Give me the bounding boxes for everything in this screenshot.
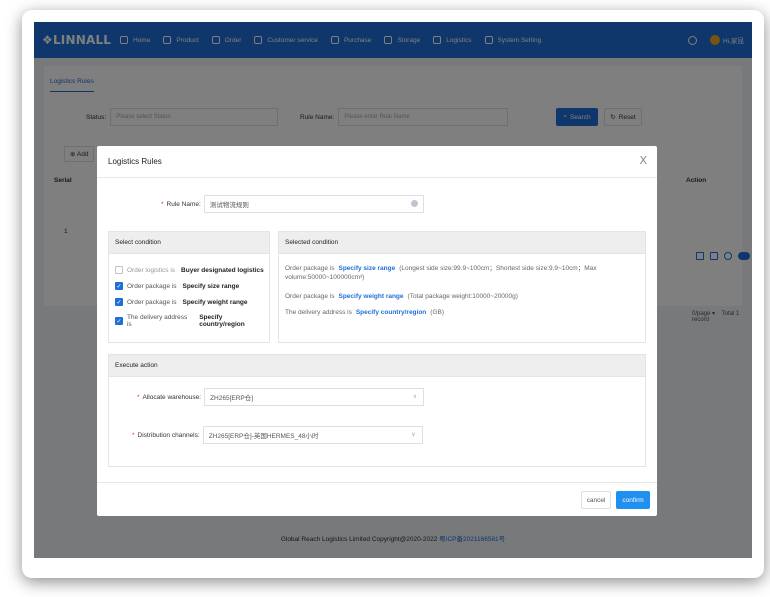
selected-weight-range: Order package is Specify weight range (Tot… (285, 292, 640, 301)
chevron-down-icon: ∨ (412, 394, 418, 400)
condition-country-region[interactable]: ✓ The delivery address is Specify countr… (115, 314, 269, 328)
selected-prefix: Order package is (285, 265, 335, 272)
checkbox-checked[interactable]: ✓ (115, 282, 123, 290)
condition-buyer-logistics[interactable]: Order logistics is Buyer designated logi… (115, 266, 264, 274)
selected-country-region: The delivery address is Specify country/r… (285, 308, 640, 317)
rule-name-value: 测试物流规则 (209, 202, 249, 209)
footer-divider (97, 482, 657, 483)
execute-action-title: Execute action (109, 355, 645, 377)
weight-range-link[interactable]: Specify weight range (339, 293, 404, 300)
select-condition-panel: Select condition Order logistics is Buye… (108, 231, 270, 343)
checkbox-checked[interactable]: ✓ (115, 298, 123, 306)
condition-prefix: Order package is (127, 282, 177, 290)
warehouse-row: * Allocate warehouse: ZH265[ERP仓] ∨ (137, 388, 425, 406)
channel-select[interactable]: ZH265[ERP仓]-英国HERMES_48小时 ∨ (202, 426, 423, 444)
rule-name-label: Rule Name: (166, 200, 201, 208)
condition-value: Specify size range (182, 282, 240, 290)
clear-icon[interactable] (410, 200, 418, 207)
selected-prefix: Order package is (285, 293, 335, 300)
cancel-button[interactable]: cancel (581, 491, 611, 509)
checkbox[interactable] (115, 266, 123, 274)
condition-value: Specify weight range (182, 298, 248, 306)
warehouse-select[interactable]: ZH265[ERP仓] ∨ (204, 388, 425, 406)
condition-value: Buyer designated logistics (181, 266, 264, 274)
channel-row: * Distribution channels: ZH265[ERP仓]-英国H… (132, 426, 423, 444)
checkbox-checked[interactable]: ✓ (115, 317, 123, 325)
execute-action-panel: Execute action (108, 354, 646, 467)
condition-prefix: Order logistics is (127, 266, 176, 274)
rule-name-row: * Rule Name: 测试物流规则 (161, 195, 424, 213)
condition-value: Specify country/region (199, 314, 245, 328)
condition-prefix: The delivery address is (126, 314, 188, 328)
selected-condition-title: Selected condition (279, 232, 645, 254)
size-range-link[interactable]: Specify size range (339, 265, 396, 272)
required-mark: * (132, 431, 135, 439)
selected-size-range: Order package is Specify size range (Longe… (285, 264, 640, 282)
dialog-divider (97, 177, 657, 178)
required-mark: * (161, 200, 164, 208)
selected-detail: (GB) (430, 309, 445, 316)
dialog-title: Logistics Rules (108, 157, 162, 166)
required-mark: * (137, 393, 140, 401)
select-condition-title: Select condition (109, 232, 269, 254)
channel-label: Distribution channels: (137, 431, 200, 439)
condition-size-range[interactable]: ✓ Order package is Specify size range (115, 282, 239, 290)
confirm-button[interactable]: confirm (616, 491, 650, 509)
selected-prefix: The delivery address is (285, 309, 352, 316)
warehouse-value: ZH265[ERP仓] (210, 395, 254, 402)
logistics-rules-dialog: Logistics Rules X * Rule Name: 测试物流规则 Se… (97, 146, 657, 516)
channel-value: ZH265[ERP仓]-英国HERMES_48小时 (208, 433, 319, 440)
country-region-link[interactable]: Specify country/region (356, 309, 426, 316)
condition-prefix: Order package is (127, 298, 177, 306)
chevron-down-icon: ∨ (411, 432, 416, 438)
selected-detail: (Total package weight:10000~20000g) (407, 293, 518, 300)
warehouse-label: Allocate warehouse: (142, 393, 202, 401)
selected-condition-panel: Selected condition Order package is Speci… (278, 231, 646, 343)
rule-name-field[interactable]: 测试物流规则 (203, 195, 424, 213)
condition-weight-range[interactable]: ✓ Order package is Specify weight range (115, 298, 248, 306)
close-icon[interactable]: X (639, 154, 647, 167)
